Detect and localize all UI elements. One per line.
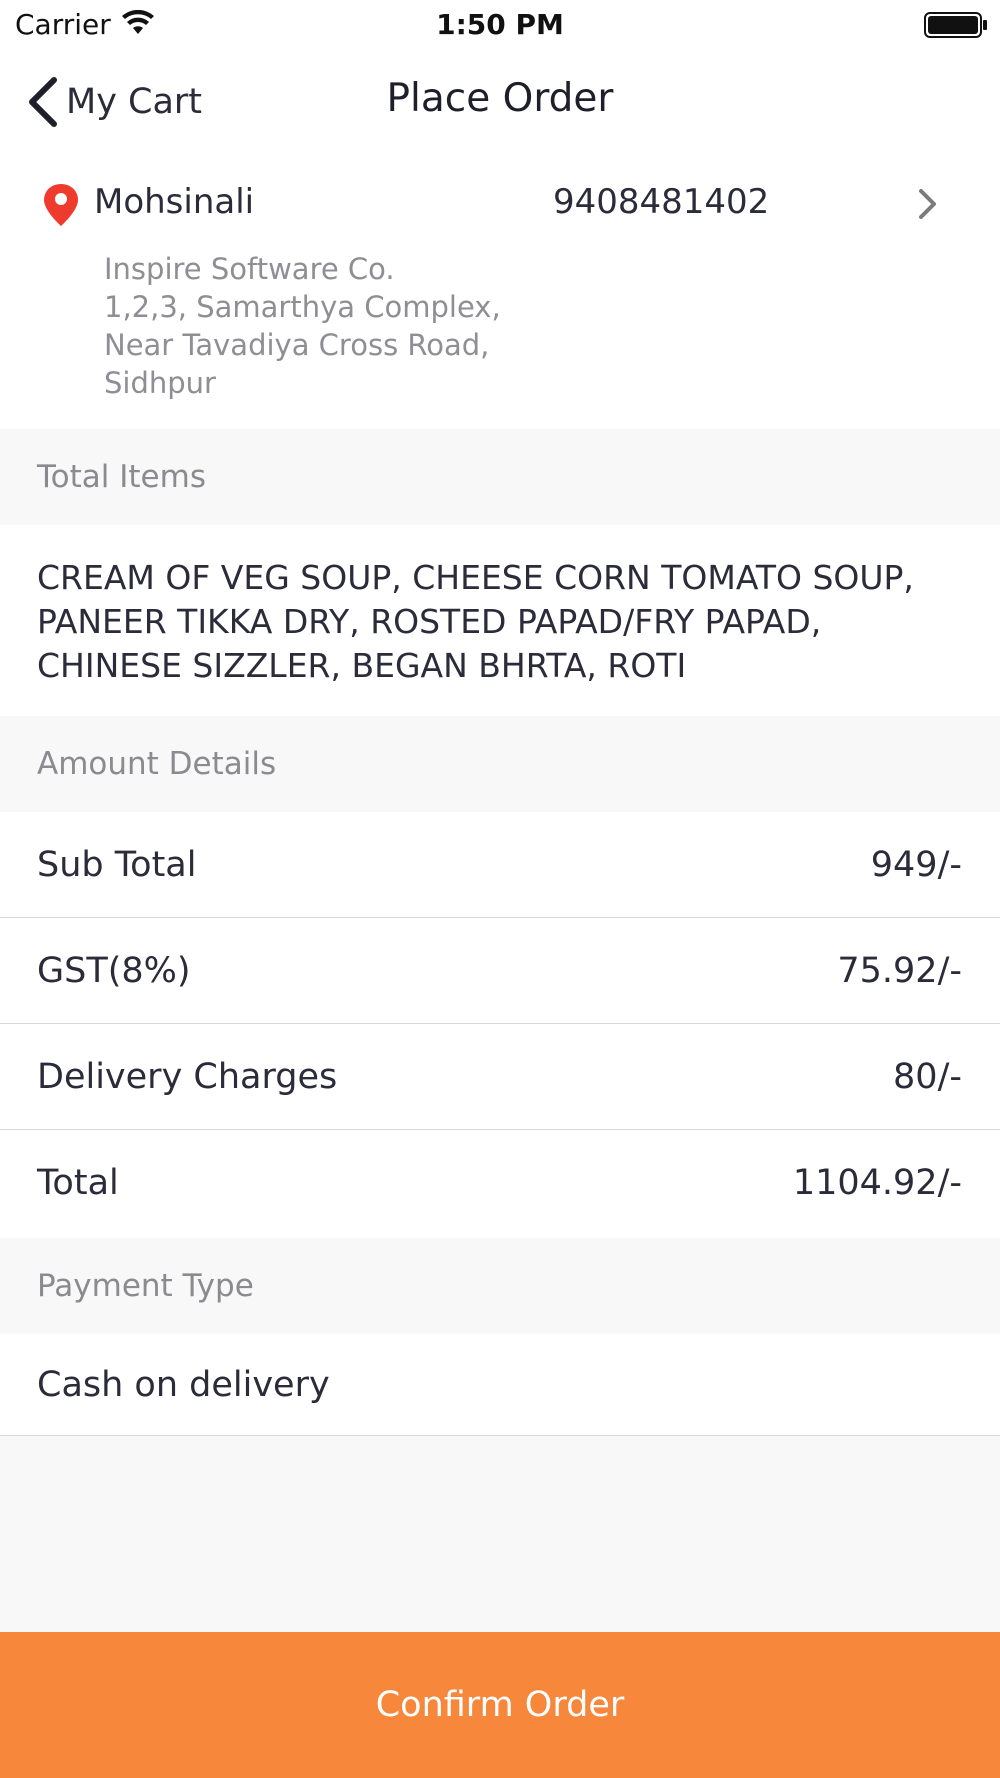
delivery-address-card[interactable]: Mohsinali 9408481402 Inspire Software Co… (0, 152, 1000, 429)
items-list-text: CREAM OF VEG SOUP, CHEESE CORN TOMATO SO… (37, 558, 914, 685)
location-pin-icon (44, 184, 78, 226)
page-title: Place Order (386, 76, 614, 121)
total-items-header: Total Items (0, 429, 1000, 525)
payment-method-row[interactable]: Cash on delivery (0, 1334, 1000, 1436)
gst-value: 75.92/- (837, 951, 962, 991)
delivery-charges-value: 80/- (893, 1057, 962, 1097)
address-line: Sidhpur (104, 366, 216, 400)
address-phone: 9408481402 (553, 182, 770, 222)
total-label: Total (37, 1163, 119, 1203)
subtotal-row: Sub Total 949/- (0, 812, 1000, 918)
total-value: 1104.92/- (792, 1163, 962, 1203)
total-row: Total 1104.92/- (0, 1130, 1000, 1236)
empty-space (0, 1436, 1000, 1632)
address-line: Near Tavadiya Cross Road, (104, 328, 490, 362)
status-time: 1:50 PM (436, 8, 564, 41)
payment-method-label: Cash on delivery (37, 1365, 330, 1405)
delivery-charges-row: Delivery Charges 80/- (0, 1024, 1000, 1130)
payment-type-header: Payment Type (0, 1238, 1000, 1334)
amount-details-header: Amount Details (0, 716, 1000, 812)
status-bar: Carrier 1:50 PM (0, 0, 1000, 52)
chevron-right-icon (919, 189, 936, 219)
confirm-order-button[interactable]: Confirm Order (0, 1632, 1000, 1778)
delivery-charges-label: Delivery Charges (37, 1057, 338, 1097)
address-line: Inspire Software Co. (104, 252, 395, 286)
subtotal-label: Sub Total (37, 845, 197, 885)
gst-label: GST(8%) (37, 951, 191, 991)
navigation-bar: My Cart Place Order (0, 52, 1000, 152)
address-lines: Inspire Software Co. 1,2,3, Samarthya Co… (104, 250, 664, 402)
subtotal-value: 949/- (870, 845, 962, 885)
address-line: 1,2,3, Samarthya Complex, (104, 290, 501, 324)
gst-row: GST(8%) 75.92/- (0, 918, 1000, 1024)
battery-icon (924, 12, 987, 38)
address-name: Mohsinali (94, 182, 255, 222)
